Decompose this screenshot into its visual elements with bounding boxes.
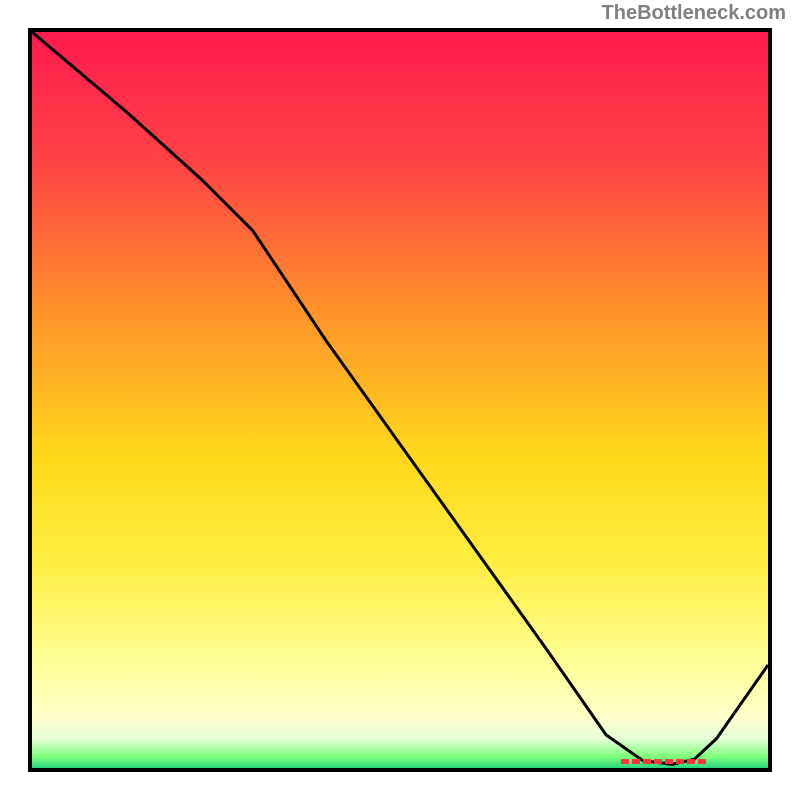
valley-dash <box>698 759 706 764</box>
valley-marker <box>621 759 709 765</box>
valley-dash <box>654 759 662 764</box>
valley-dash <box>632 759 640 764</box>
valley-dash <box>687 759 695 764</box>
watermark-text: TheBottleneck.com <box>602 2 786 25</box>
gradient-background <box>32 32 768 768</box>
valley-dash <box>676 759 684 764</box>
chart-frame <box>28 28 772 772</box>
chart-area <box>32 32 768 768</box>
valley-dash <box>621 759 629 764</box>
chart-svg <box>32 32 768 768</box>
valley-dash <box>643 759 651 764</box>
valley-dash <box>665 759 673 764</box>
